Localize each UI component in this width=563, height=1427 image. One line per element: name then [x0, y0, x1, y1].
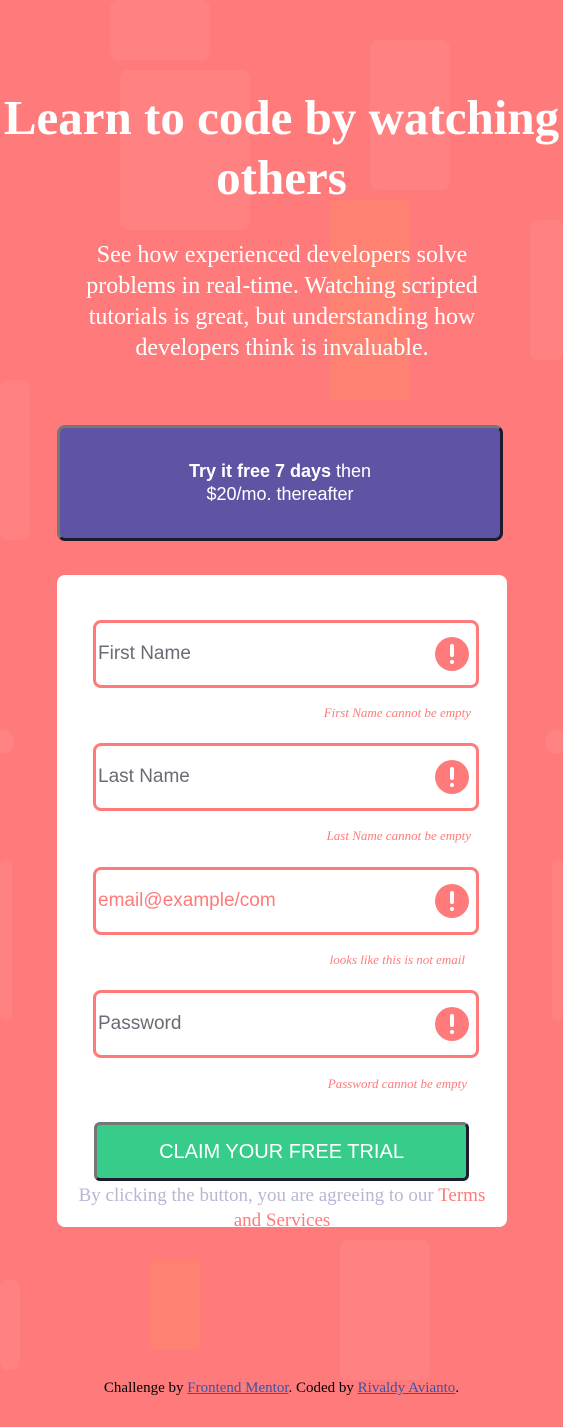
promo-line-1: Try it free 7 days then [60, 460, 500, 483]
password-input[interactable] [98, 993, 418, 1055]
error-exclamation-icon [435, 637, 469, 671]
terms-text: By clicking the button, you are agreeing… [78, 1185, 439, 1206]
page-subtitle: See how experienced developers solve pro… [86, 242, 478, 361]
first-name-error: First Name cannot be empty [323, 705, 471, 720]
page-title: Learn to code by watching others [3, 90, 560, 205]
password-error: Password cannot be empty [327, 1076, 467, 1091]
email-input[interactable] [98, 870, 418, 932]
attribution-suffix: . [455, 1380, 460, 1396]
terms-notice: By clicking the button, you are agreeing… [77, 1183, 487, 1233]
first-name-field [93, 620, 479, 688]
trial-promo-banner: Try it free 7 days then $20/mo. thereaft… [57, 425, 503, 541]
last-name-error: Last Name cannot be empty [326, 828, 471, 843]
error-exclamation-icon [435, 760, 469, 794]
last-name-field [93, 743, 479, 811]
promo-line-2: $20/mo. thereafter [206, 484, 354, 504]
claim-free-trial-button[interactable]: CLAIM YOUR FREE TRIAL [94, 1122, 469, 1181]
error-exclamation-icon [435, 1007, 469, 1041]
attribution-footer: Challenge by Frontend Mentor. Coded by R… [0, 1380, 563, 1397]
email-field [93, 867, 479, 935]
first-name-input[interactable] [98, 623, 418, 685]
frontend-mentor-link[interactable]: Frontend Mentor [187, 1380, 288, 1396]
password-field [93, 990, 479, 1058]
signup-form: First Name cannot be empty Last Name can… [57, 575, 507, 1231]
email-error: looks like this is not email [329, 952, 465, 967]
attribution-prefix: Challenge by [103, 1380, 188, 1396]
attribution-middle: . Coded by [288, 1380, 358, 1396]
promo-then: then [331, 461, 372, 481]
promo-bold: Try it free 7 days [188, 461, 332, 481]
author-link[interactable]: Rivaldy Avianto [358, 1380, 456, 1396]
last-name-input[interactable] [98, 746, 418, 808]
error-exclamation-icon [435, 884, 469, 918]
